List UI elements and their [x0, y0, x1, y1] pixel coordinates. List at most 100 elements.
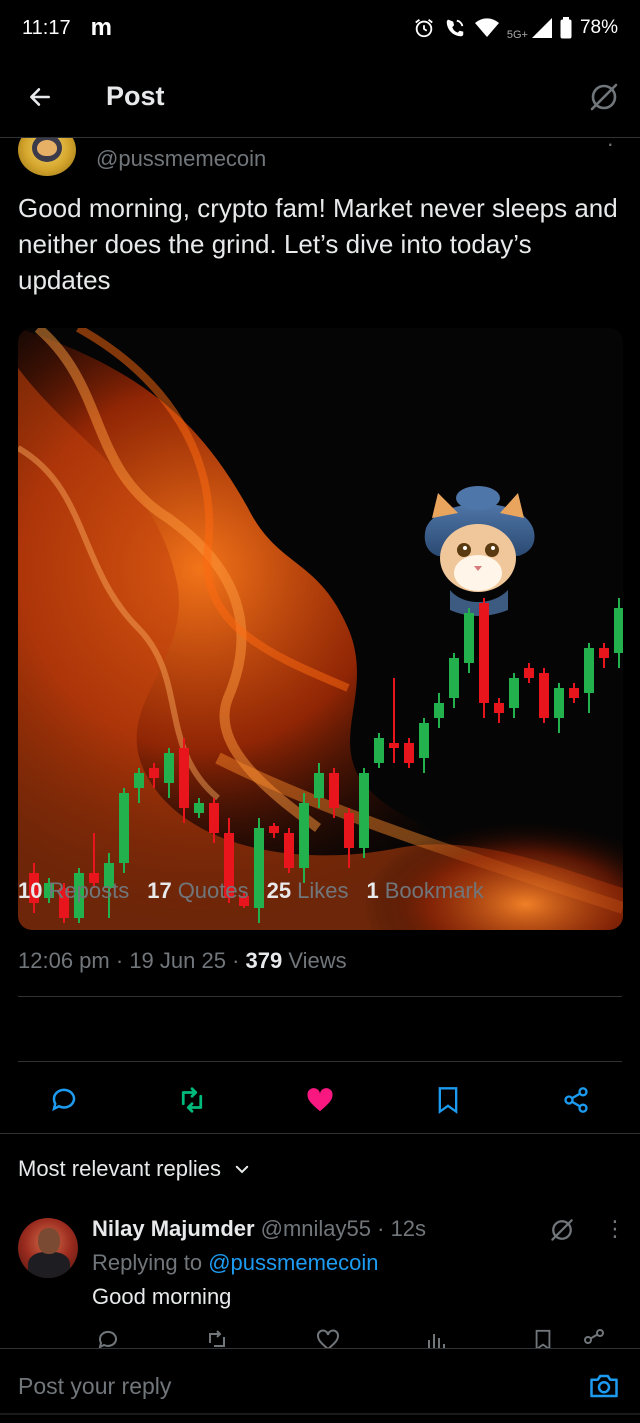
candle-body	[119, 793, 129, 863]
status-icons: 5G+ 78%	[413, 15, 618, 41]
grok-icon	[590, 83, 618, 110]
reply-heart-icon[interactable]	[316, 1328, 340, 1348]
candle-body	[599, 648, 609, 658]
like-button[interactable]	[300, 1080, 340, 1120]
candle-body	[269, 826, 279, 833]
reply-composer: Post your reply	[0, 1348, 640, 1423]
reply-text: Good morning	[92, 1284, 232, 1309]
candle-body	[284, 833, 294, 868]
replying-to: Replying to @pussmemecoin	[92, 1250, 379, 1275]
grok-icon	[551, 1219, 573, 1241]
candle-body	[164, 753, 174, 783]
repost-icon	[181, 1087, 203, 1113]
alarm-icon	[413, 17, 435, 39]
views-count: 379	[245, 948, 283, 973]
reply-bookmark-icon[interactable]	[532, 1328, 554, 1348]
post-date: 19 Jun 25	[129, 948, 226, 973]
reply-input[interactable]: Post your reply	[18, 1373, 171, 1400]
candle-body	[374, 738, 384, 763]
candle-body	[299, 803, 309, 868]
status-time: 11:17	[22, 16, 71, 39]
wifi-call-icon	[443, 17, 467, 39]
divider	[18, 1061, 622, 1062]
candle-body	[419, 723, 429, 758]
comment-icon	[52, 1088, 76, 1112]
author-handle[interactable]: @pussmemecoin	[96, 146, 266, 172]
candle-body	[464, 613, 474, 663]
top-bar: Post	[0, 56, 640, 138]
candle-body	[134, 773, 144, 788]
post-stats: 10 Reposts 17 Quotes 25 Likes 1 Bookmark	[18, 878, 484, 904]
arrow-left-icon	[30, 87, 50, 106]
candle-body	[449, 658, 459, 698]
reply-views-icon[interactable]	[424, 1328, 448, 1348]
candle-body	[509, 678, 519, 708]
stat-bookmarks[interactable]: 1 Bookmark	[366, 878, 483, 904]
candle-body	[179, 748, 189, 808]
notification-app-icon: m	[90, 14, 112, 41]
reply-comment-icon[interactable]	[96, 1328, 120, 1348]
divider	[0, 1133, 640, 1134]
candle-body	[569, 688, 579, 698]
network-type: 5G+	[506, 29, 528, 41]
flame-candlestick-illustration	[18, 328, 623, 930]
repost-button[interactable]	[172, 1080, 212, 1120]
candle-body	[554, 688, 564, 718]
replying-to-mention[interactable]: @pussmemecoin	[208, 1250, 378, 1275]
post: ▀▀ ▀▀▀▀ @pussmemecoin ·· Good morning, c…	[0, 122, 640, 973]
candle-body	[359, 773, 369, 848]
wifi-icon	[474, 18, 499, 38]
reply-button[interactable]	[44, 1080, 84, 1120]
candle-body	[149, 768, 159, 778]
reply-more-button[interactable]: ⋮	[604, 1216, 626, 1242]
replies-sort-dropdown[interactable]: Most relevant replies	[18, 1156, 251, 1182]
candle-body	[389, 743, 399, 748]
back-button[interactable]	[0, 56, 80, 138]
page-title: Post	[106, 81, 165, 111]
reply-age: 12s	[390, 1216, 427, 1241]
heart-filled-icon	[307, 1088, 333, 1112]
candle-body	[479, 603, 489, 703]
stat-reposts[interactable]: 10 Reposts	[18, 878, 129, 904]
reply-header: Nilay Majumder @mnilay55 · 12s	[92, 1216, 427, 1241]
camera-button[interactable]	[588, 1371, 620, 1401]
camera-icon	[590, 1374, 618, 1398]
candle-body	[344, 813, 354, 848]
status-bar: 11:17 m 5G+ 78%	[0, 0, 640, 56]
signal-icon	[531, 18, 552, 38]
post-text: Good morning, crypto fam! Market never s…	[18, 193, 618, 295]
grok-button[interactable]	[588, 81, 620, 113]
battery-percent: 78%	[579, 17, 618, 38]
candle-body	[329, 773, 339, 808]
gesture-bar	[0, 1413, 640, 1415]
reply-author-handle[interactable]: @mnilay55	[261, 1216, 371, 1241]
post-meta: 12:06 pm · 19 Jun 25 · 379 Views	[18, 948, 347, 973]
reply-repost-icon[interactable]	[204, 1328, 230, 1348]
bookmark-icon	[438, 1087, 458, 1114]
share-icon	[564, 1087, 588, 1113]
candle-body	[614, 608, 623, 653]
stat-likes[interactable]: 25 Likes	[267, 878, 349, 904]
reply-share-icon[interactable]	[582, 1328, 606, 1348]
candle-body	[539, 673, 549, 718]
reply-author-name[interactable]: Nilay Majumder	[92, 1216, 255, 1241]
candle-body	[209, 803, 219, 833]
stat-quotes[interactable]: 17 Quotes	[147, 878, 248, 904]
post-actions	[0, 1080, 640, 1132]
candle-body	[314, 773, 324, 798]
candle-body	[434, 703, 444, 718]
chevron-down-icon	[235, 1165, 249, 1174]
candle-body	[584, 648, 594, 693]
share-button[interactable]	[556, 1080, 596, 1120]
views-label: Views	[288, 948, 347, 973]
replies-sort-label: Most relevant replies	[18, 1156, 221, 1181]
candle-body	[524, 668, 534, 678]
post-media-image[interactable]	[18, 328, 623, 930]
candle-body	[194, 803, 204, 813]
bookmark-button[interactable]	[428, 1080, 468, 1120]
reply-avatar[interactable]	[18, 1218, 78, 1278]
reply-grok-button[interactable]	[548, 1216, 576, 1244]
candle-body	[404, 743, 414, 763]
divider	[18, 996, 622, 997]
post-time: 12:06 pm	[18, 948, 110, 973]
